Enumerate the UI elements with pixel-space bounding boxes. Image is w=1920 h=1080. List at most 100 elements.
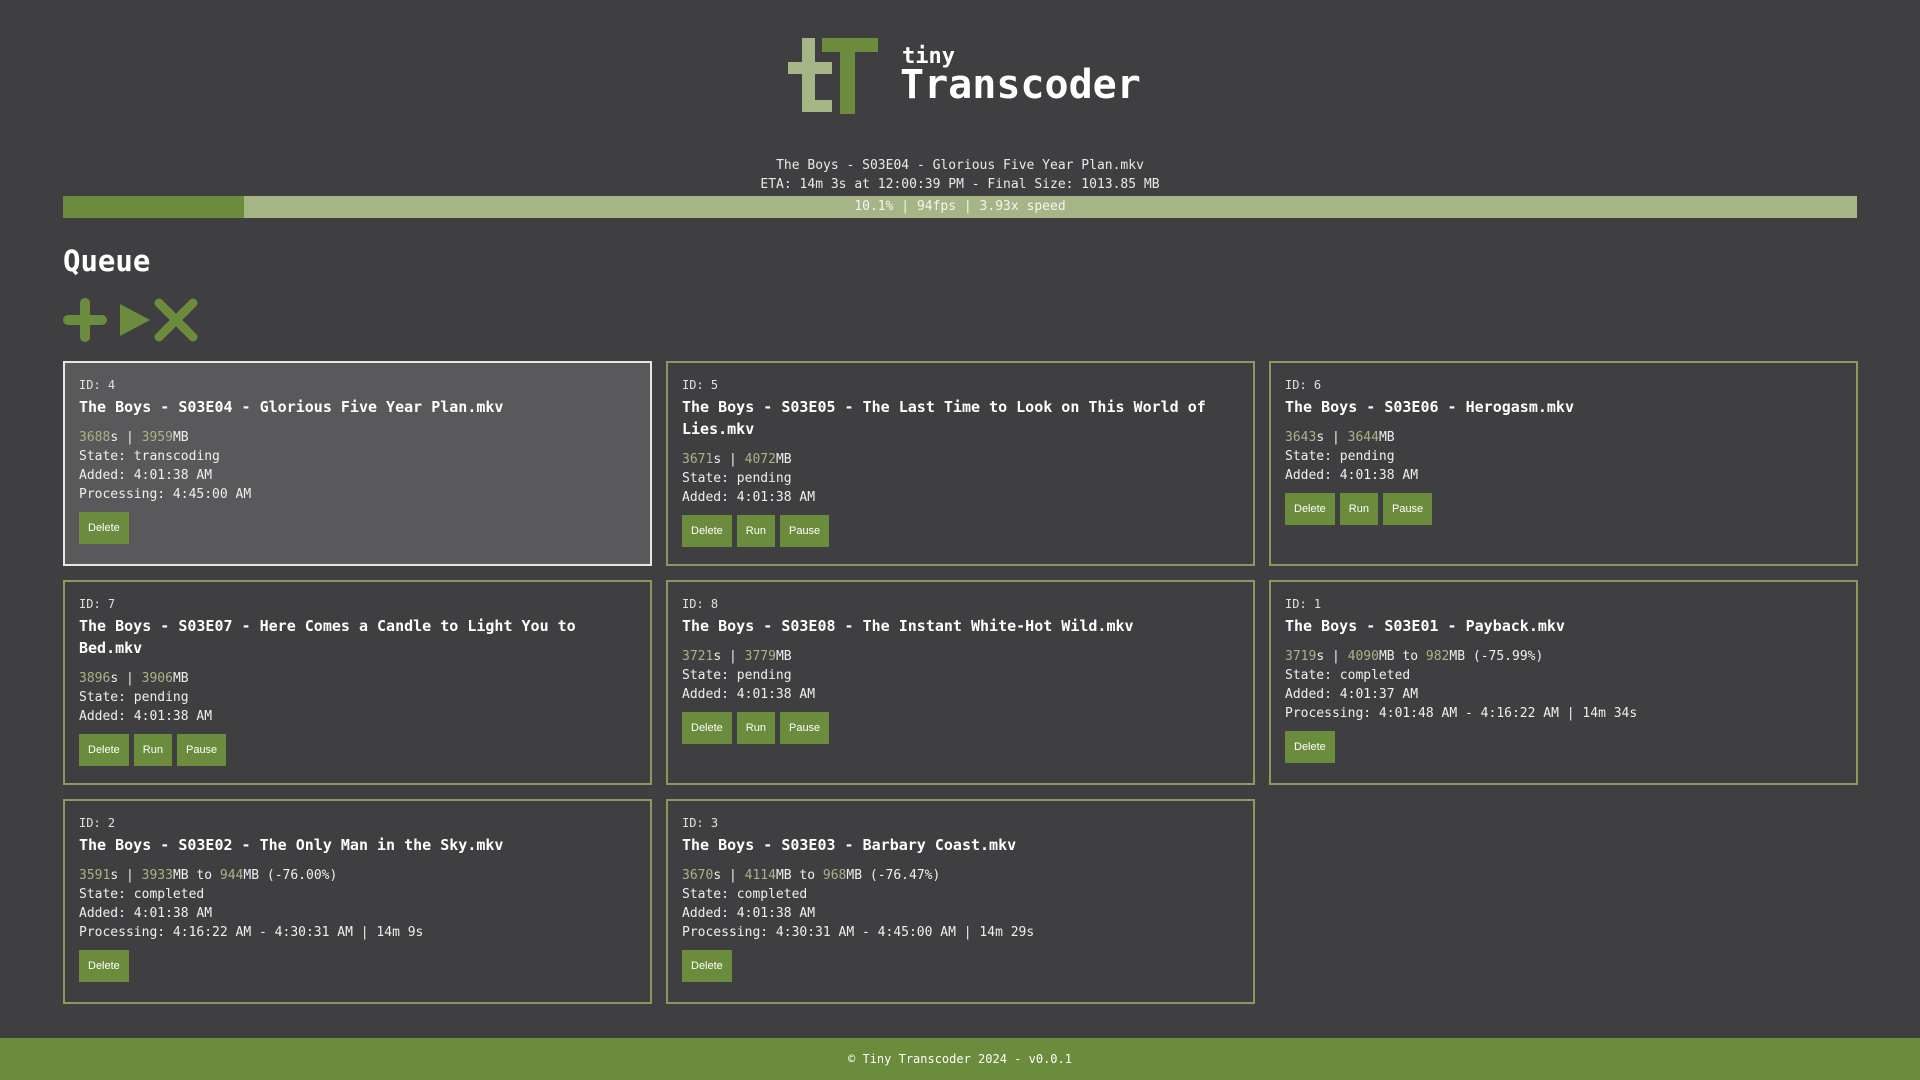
queue-card: ID: 7 The Boys - S03E07 - Here Comes a Ca… <box>63 580 652 785</box>
card-buttons: Delete <box>1285 731 1842 763</box>
card-id: ID: 8 <box>682 597 719 611</box>
source-size: 4114 <box>744 868 776 883</box>
card-title: The Boys - S03E06 - Herogasm.mkv <box>1285 398 1574 416</box>
duration-seconds: 3591 <box>79 868 111 883</box>
run-button[interactable]: Run <box>736 515 775 547</box>
footer: © Tiny Transcoder 2024 - v0.0.1 <box>0 1038 1920 1080</box>
current-file-name: The Boys - S03E04 - Glorious Five Year P… <box>776 158 1144 173</box>
card-id: ID: 5 <box>682 378 719 392</box>
queue-card: ID: 8 The Boys - S03E08 - The Instant Whi… <box>666 580 1255 785</box>
card-state: State: pending <box>1285 449 1395 464</box>
card-stats: 3721s | 3779MB <box>682 649 792 664</box>
size-change-percent: (-76.00%) <box>266 868 338 883</box>
card-stats: 3719s | 4090MB to 982MB (-75.99%) <box>1285 649 1544 664</box>
card-processing: Processing: 4:01:48 AM - 4:16:22 AM | 14… <box>1285 706 1638 721</box>
delete-button[interactable]: Delete <box>79 512 129 544</box>
card-added: Added: 4:01:37 AM <box>1285 687 1419 702</box>
progress-bar: 10.1% | 94fps | 3.93x speed <box>63 196 1857 218</box>
source-size: 3779 <box>744 649 776 664</box>
card-stats: 3671s | 4072MB <box>682 452 792 467</box>
card-state: State: pending <box>79 690 189 705</box>
card-added: Added: 4:01:38 AM <box>79 709 213 724</box>
play-icon[interactable] <box>120 298 150 342</box>
card-stats: 3591s | 3933MB to 944MB (-76.00%) <box>79 868 338 883</box>
logo-mark-icon <box>788 38 878 114</box>
card-title: The Boys - S03E05 - The Last Time to Loo… <box>682 398 1206 438</box>
card-added: Added: 4:01:38 AM <box>682 906 816 921</box>
card-stats: 3643s | 3644MB <box>1285 430 1395 445</box>
card-state: State: completed <box>1285 668 1411 683</box>
queue-card: ID: 5 The Boys - S03E05 - The Last Time t… <box>666 361 1255 566</box>
card-stats: 3670s | 4114MB to 968MB (-76.47%) <box>682 868 941 883</box>
delete-button[interactable]: Delete <box>682 515 732 547</box>
delete-button[interactable]: Delete <box>1285 493 1335 525</box>
card-id: ID: 3 <box>682 816 719 830</box>
clear-x-icon[interactable] <box>154 298 198 342</box>
card-stats: 3896s | 3906MB <box>79 671 189 686</box>
delete-button[interactable]: Delete <box>682 950 732 982</box>
card-processing: Processing: 4:45:00 AM <box>79 487 252 502</box>
card-title: The Boys - S03E07 - Here Comes a Candle … <box>79 617 576 657</box>
duration-seconds: 3643 <box>1285 430 1317 445</box>
run-button[interactable]: Run <box>133 734 172 766</box>
card-title: The Boys - S03E02 - The Only Man in the … <box>79 836 504 854</box>
queue-card: ID: 6 The Boys - S03E06 - Herogasm.mkv 364… <box>1269 361 1858 566</box>
source-size: 4072 <box>744 452 776 467</box>
card-title: The Boys - S03E08 - The Instant White-Ho… <box>682 617 1134 635</box>
card-buttons: Delete Run Pause <box>79 734 636 766</box>
queue-card: ID: 4 The Boys - S03E04 - Glorious Five Y… <box>63 361 652 566</box>
pause-button[interactable]: Pause <box>176 734 227 766</box>
card-title: The Boys - S03E04 - Glorious Five Year P… <box>79 398 504 416</box>
card-title: The Boys - S03E01 - Payback.mkv <box>1285 617 1565 635</box>
duration-seconds: 3719 <box>1285 649 1317 664</box>
source-size: 3906 <box>141 671 173 686</box>
source-size: 3644 <box>1347 430 1379 445</box>
card-id: ID: 6 <box>1285 378 1322 392</box>
size-change-percent: (-75.99%) <box>1472 649 1544 664</box>
card-id: ID: 7 <box>79 597 116 611</box>
delete-button[interactable]: Delete <box>79 950 129 982</box>
card-added: Added: 4:01:38 AM <box>79 906 213 921</box>
card-id: ID: 4 <box>79 378 116 392</box>
card-state: State: pending <box>682 471 792 486</box>
card-buttons: Delete Run Pause <box>682 515 1239 547</box>
logo-big-text: Transcoder <box>900 62 1141 108</box>
pause-button[interactable]: Pause <box>779 515 830 547</box>
card-buttons: Delete Run Pause <box>682 712 1239 744</box>
progress-text: 10.1% | 94fps | 3.93x speed <box>854 199 1066 214</box>
card-added: Added: 4:01:38 AM <box>79 468 213 483</box>
card-state: State: completed <box>682 887 808 902</box>
pause-button[interactable]: Pause <box>779 712 830 744</box>
card-id: ID: 1 <box>1285 597 1322 611</box>
duration-seconds: 3721 <box>682 649 714 664</box>
run-button[interactable]: Run <box>736 712 775 744</box>
delete-button[interactable]: Delete <box>682 712 732 744</box>
queue-card: ID: 2 The Boys - S03E02 - The Only Man in… <box>63 799 652 1004</box>
card-processing: Processing: 4:30:31 AM - 4:45:00 AM | 14… <box>682 925 1035 940</box>
source-size: 3933 <box>141 868 173 883</box>
app-logo: tiny Transcoder <box>788 36 1148 116</box>
card-added: Added: 4:01:38 AM <box>682 687 816 702</box>
current-eta: ETA: 14m 3s at 12:00:39 PM - Final Size:… <box>760 177 1160 192</box>
card-buttons: Delete <box>79 950 636 982</box>
card-buttons: Delete Run Pause <box>1285 493 1842 525</box>
card-added: Added: 4:01:38 AM <box>1285 468 1419 483</box>
duration-seconds: 3670 <box>682 868 714 883</box>
card-state: State: pending <box>682 668 792 683</box>
card-stats: 3688s | 3959MB <box>79 430 189 445</box>
output-size: 982 <box>1425 649 1450 664</box>
duration-seconds: 3688 <box>79 430 111 445</box>
delete-button[interactable]: Delete <box>79 734 129 766</box>
source-size: 4090 <box>1347 649 1379 664</box>
queue-card: ID: 3 The Boys - S03E03 - Barbary Coast.m… <box>666 799 1255 1004</box>
card-buttons: Delete <box>79 512 636 544</box>
card-added: Added: 4:01:38 AM <box>682 490 816 505</box>
pause-button[interactable]: Pause <box>1382 493 1433 525</box>
output-size: 968 <box>822 868 847 883</box>
queue-card: ID: 1 The Boys - S03E01 - Payback.mkv 3719… <box>1269 580 1858 785</box>
delete-button[interactable]: Delete <box>1285 731 1335 763</box>
duration-seconds: 3896 <box>79 671 111 686</box>
add-icon[interactable] <box>63 298 107 342</box>
output-size: 944 <box>219 868 244 883</box>
run-button[interactable]: Run <box>1339 493 1378 525</box>
